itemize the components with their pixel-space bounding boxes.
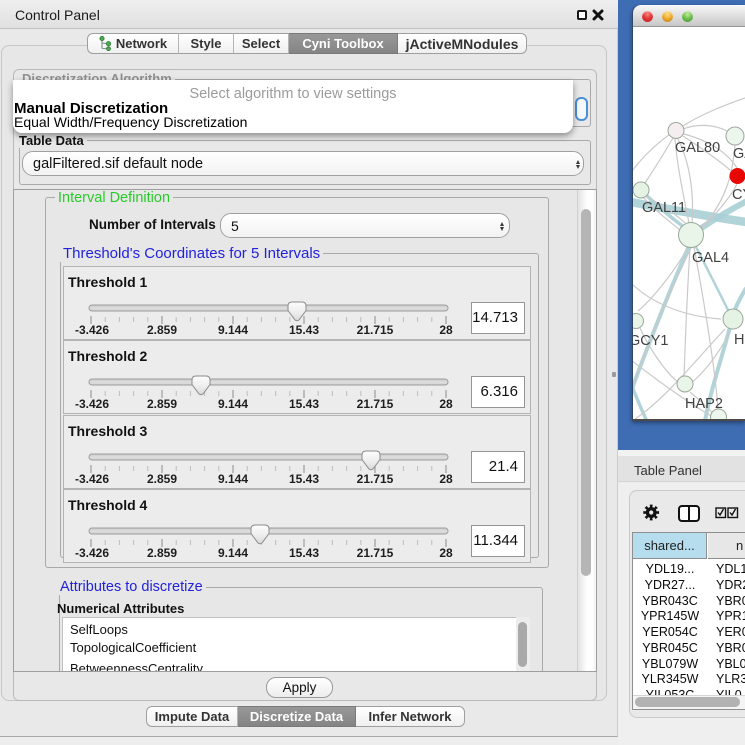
svg-text:CY: CY: [732, 187, 745, 203]
svg-text:GAL4: GAL4: [692, 250, 729, 266]
svg-text:GA: GA: [733, 146, 745, 162]
svg-text:HAP2: HAP2: [685, 396, 723, 412]
svg-text:GCY1: GCY1: [633, 333, 669, 349]
svg-text:H: H: [734, 332, 744, 348]
svg-text:GAL80: GAL80: [675, 140, 720, 156]
svg-text:GAL11: GAL11: [642, 200, 686, 216]
